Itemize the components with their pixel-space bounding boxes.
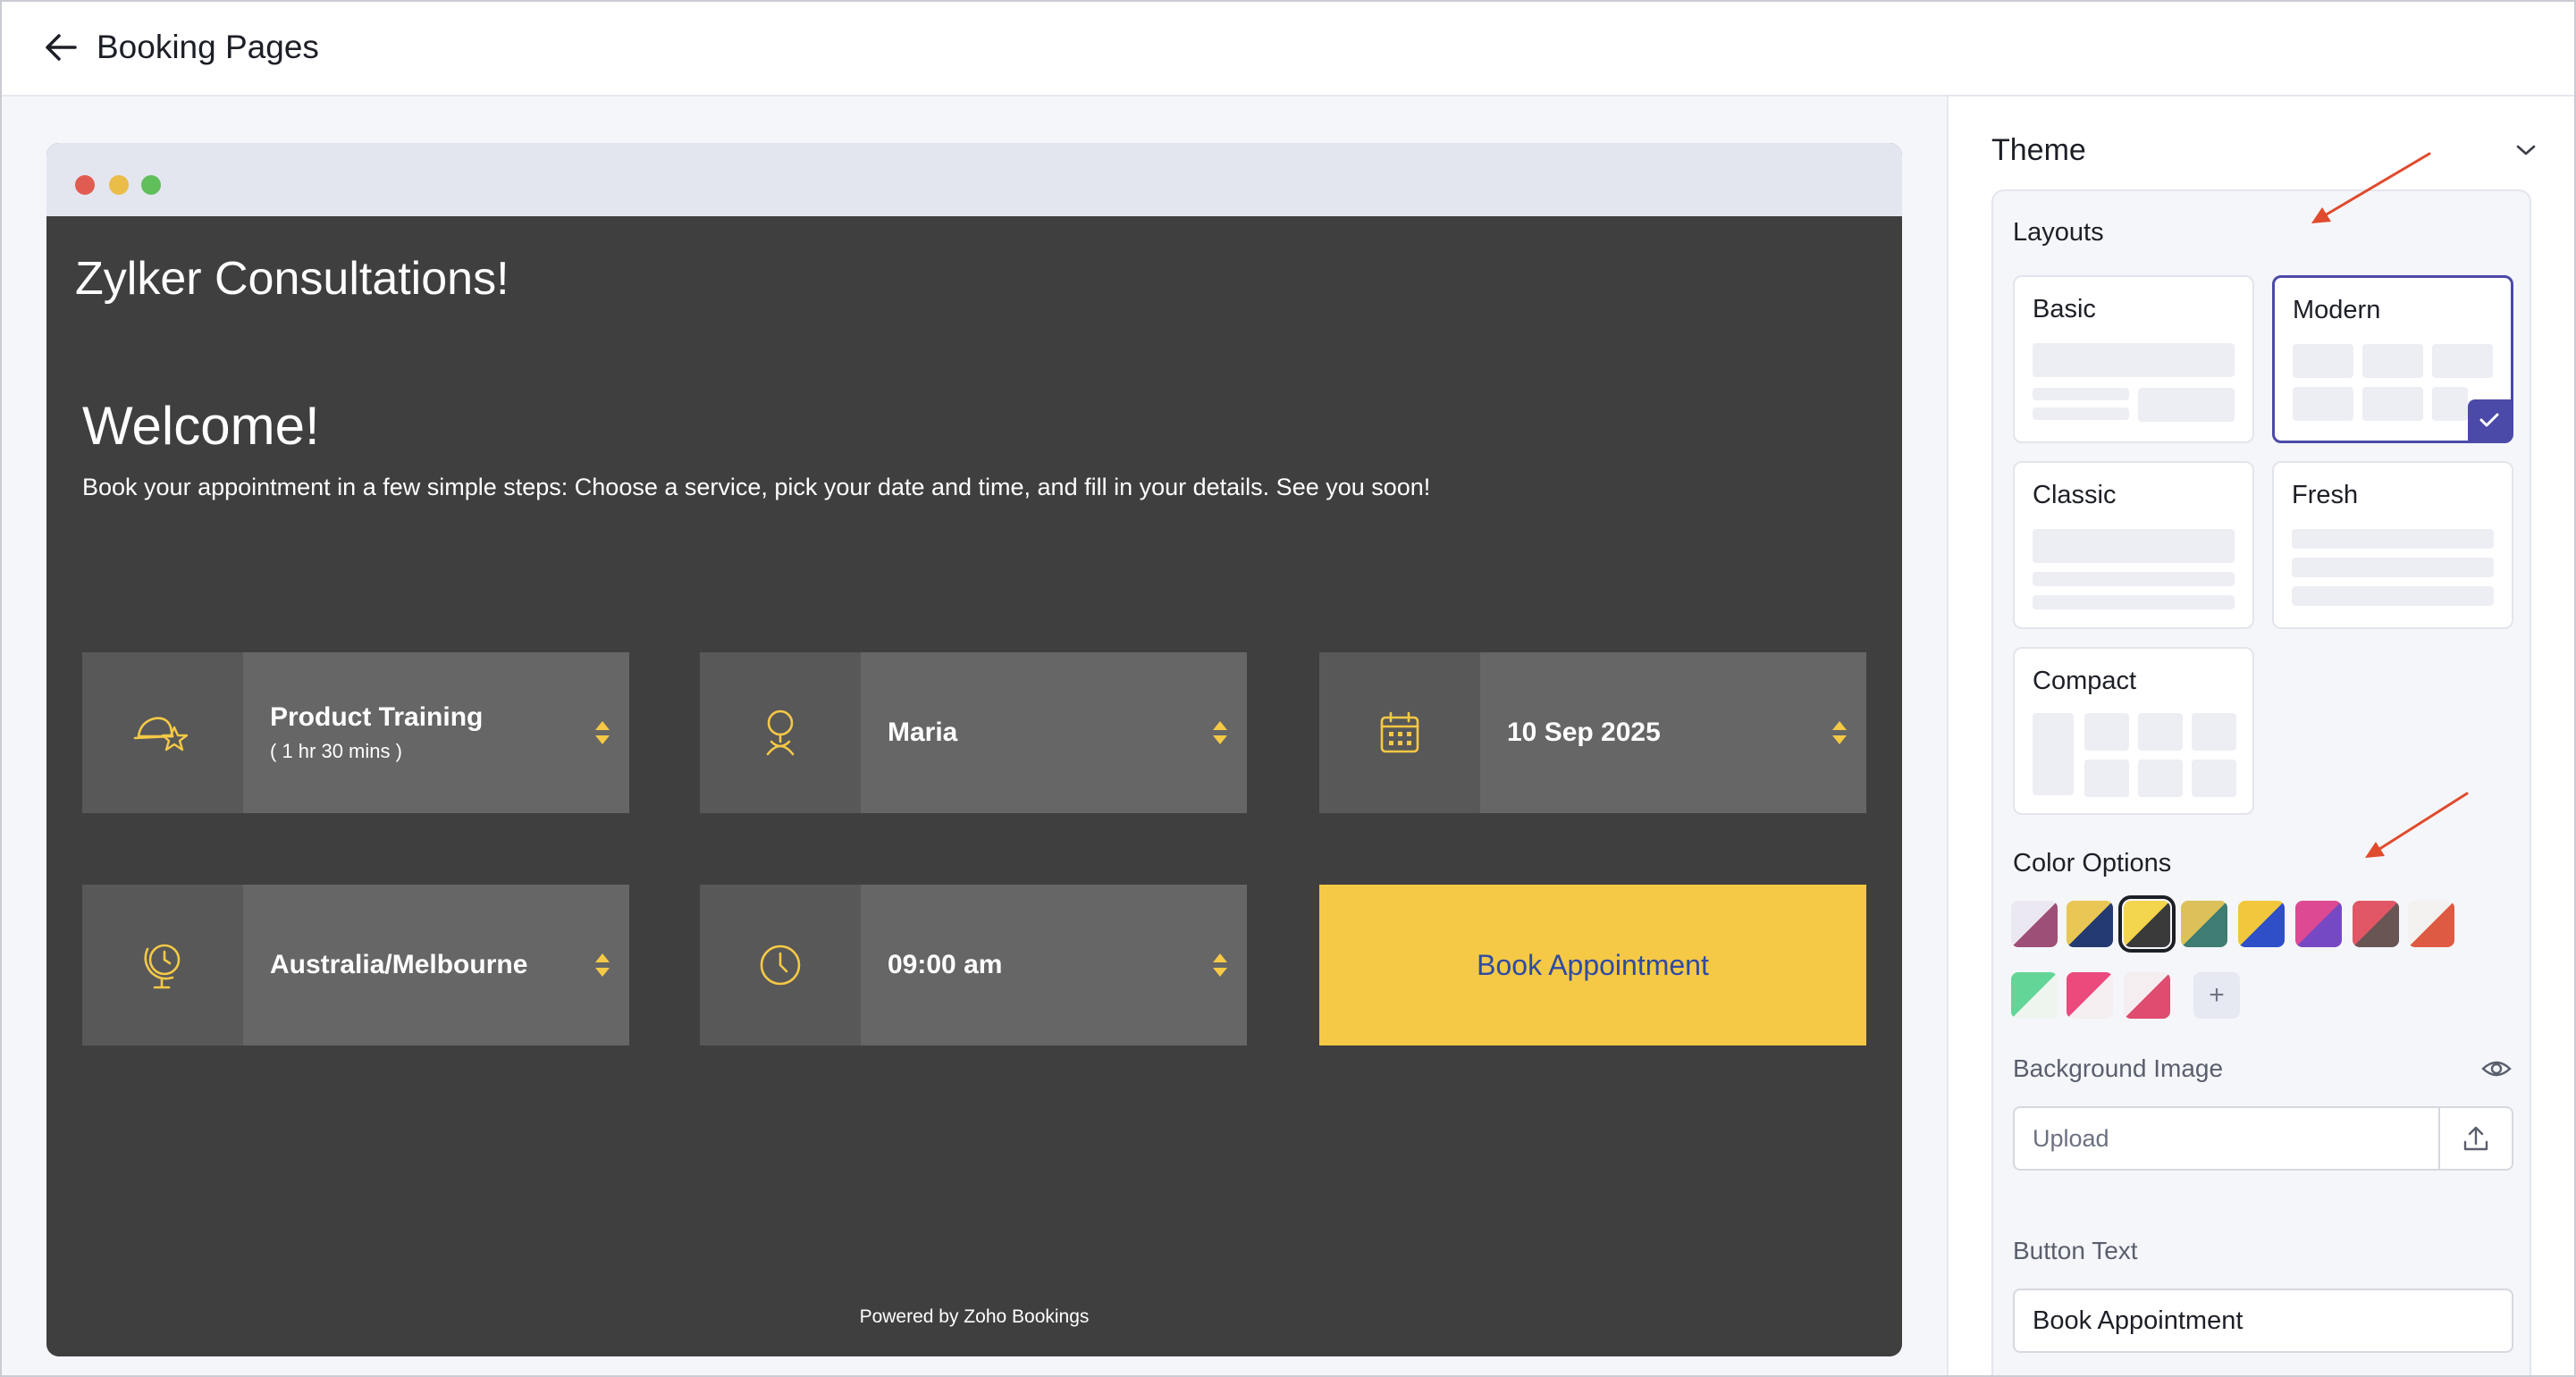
background-image-label: Background Image xyxy=(2013,1054,2224,1082)
sort-arrows-icon xyxy=(1193,885,1247,1045)
time-label: 09:00 am xyxy=(888,950,1003,979)
plus-icon: + xyxy=(2209,980,2225,1010)
sort-arrows-icon xyxy=(1813,652,1866,813)
sort-arrows-icon xyxy=(576,885,629,1045)
background-image-upload-field xyxy=(2013,1106,2513,1171)
service-selector[interactable]: Product Training ( 1 hr 30 mins ) xyxy=(82,652,629,813)
color-swatch[interactable] xyxy=(2238,901,2285,947)
staff-selector[interactable]: Maria xyxy=(700,652,1247,813)
timezone-label: Australia/Melbourne xyxy=(270,950,528,979)
cap-icon xyxy=(133,717,189,751)
add-color-button[interactable]: + xyxy=(2193,972,2240,1019)
layout-name: Compact xyxy=(2033,667,2137,695)
button-text-input[interactable] xyxy=(2013,1289,2513,1353)
annotation-arrow-icon xyxy=(2365,792,2469,858)
layout-option-basic[interactable]: Basic xyxy=(2013,275,2254,443)
welcome-text: Book your appointment in a few simple st… xyxy=(82,474,1431,500)
date-icon-box xyxy=(1319,652,1480,813)
theme-settings-card: Layouts Basic Modern Classic Fresh Compa… xyxy=(1991,189,2531,1377)
layout-option-fresh[interactable]: Fresh xyxy=(2272,461,2513,629)
booking-page-preview: Zylker Consultations! Welcome! Book your… xyxy=(46,216,1902,1356)
arrow-left-icon xyxy=(46,34,77,61)
layouts-title: Layouts xyxy=(2013,218,2104,247)
site-title: Zylker Consultations! xyxy=(75,253,509,305)
time-selector[interactable]: 09:00 am xyxy=(700,885,1247,1045)
time-icon-box xyxy=(700,885,861,1045)
page-title: Booking Pages xyxy=(97,29,319,65)
color-swatch[interactable] xyxy=(2011,901,2058,947)
color-swatch[interactable] xyxy=(2118,895,2176,953)
layout-name: Fresh xyxy=(2292,481,2359,509)
date-selector[interactable]: 10 Sep 2025 xyxy=(1319,652,1866,813)
staff-icon-box xyxy=(700,652,861,813)
sort-arrows-icon xyxy=(1193,652,1247,813)
powered-by-text: Powered by Zoho Bookings xyxy=(859,1306,1090,1327)
browser-preview-window: Zylker Consultations! Welcome! Book your… xyxy=(46,143,1902,1356)
color-swatch[interactable] xyxy=(2408,901,2454,947)
preview-area: Zylker Consultations! Welcome! Book your… xyxy=(0,97,1949,1377)
check-icon xyxy=(2479,413,2499,427)
color-swatch[interactable] xyxy=(2295,901,2342,947)
service-label: Product Training xyxy=(270,702,484,732)
staff-label: Maria xyxy=(888,718,958,747)
layout-name: Modern xyxy=(2293,296,2381,324)
color-swatch[interactable] xyxy=(2124,972,2170,1019)
back-button[interactable] xyxy=(43,29,79,65)
clock-icon xyxy=(760,945,801,986)
settings-panel: Theme Layouts Basic Modern Classic Fresh… xyxy=(1950,97,2576,1377)
minimize-dot xyxy=(109,175,129,195)
background-image-input[interactable] xyxy=(2015,1108,2438,1169)
selected-check-badge xyxy=(2468,399,2511,441)
upload-icon xyxy=(2463,1126,2488,1151)
sort-arrows-icon xyxy=(576,652,629,813)
layout-option-classic[interactable]: Classic xyxy=(2013,461,2254,629)
color-swatch[interactable] xyxy=(2181,901,2227,947)
timezone-selector[interactable]: Australia/Melbourne xyxy=(82,885,629,1045)
browser-title-bar xyxy=(46,143,1902,216)
service-duration: ( 1 hr 30 mins ) xyxy=(270,740,402,762)
layout-option-modern[interactable]: Modern xyxy=(2272,275,2513,443)
upload-button[interactable] xyxy=(2438,1108,2512,1169)
color-options-title: Color Options xyxy=(2013,849,2172,877)
maximize-dot xyxy=(141,175,161,195)
top-bar: Booking Pages xyxy=(0,0,2576,97)
book-appointment-button[interactable]: Book Appointment xyxy=(1319,885,1866,1045)
globe-clock-icon xyxy=(144,944,181,989)
person-icon xyxy=(766,709,795,756)
welcome-title: Welcome! xyxy=(82,396,320,456)
calendar-icon xyxy=(1380,711,1419,753)
service-icon-box xyxy=(82,652,243,813)
date-label: 10 Sep 2025 xyxy=(1507,718,1661,747)
chevron-down-icon[interactable] xyxy=(2515,144,2537,156)
eye-icon[interactable] xyxy=(2481,1058,2512,1079)
annotation-arrow-icon xyxy=(2311,152,2431,223)
button-text-label: Button Text xyxy=(2013,1237,2138,1264)
layout-name: Classic xyxy=(2033,481,2117,509)
theme-title: Theme xyxy=(1991,132,2086,167)
close-dot xyxy=(75,175,95,195)
color-swatch[interactable] xyxy=(2067,972,2113,1019)
layout-name: Basic xyxy=(2033,295,2096,323)
color-swatch[interactable] xyxy=(2067,901,2113,947)
timezone-icon-box xyxy=(82,885,243,1045)
color-swatch[interactable] xyxy=(2011,972,2058,1019)
color-swatch[interactable] xyxy=(2353,901,2399,947)
